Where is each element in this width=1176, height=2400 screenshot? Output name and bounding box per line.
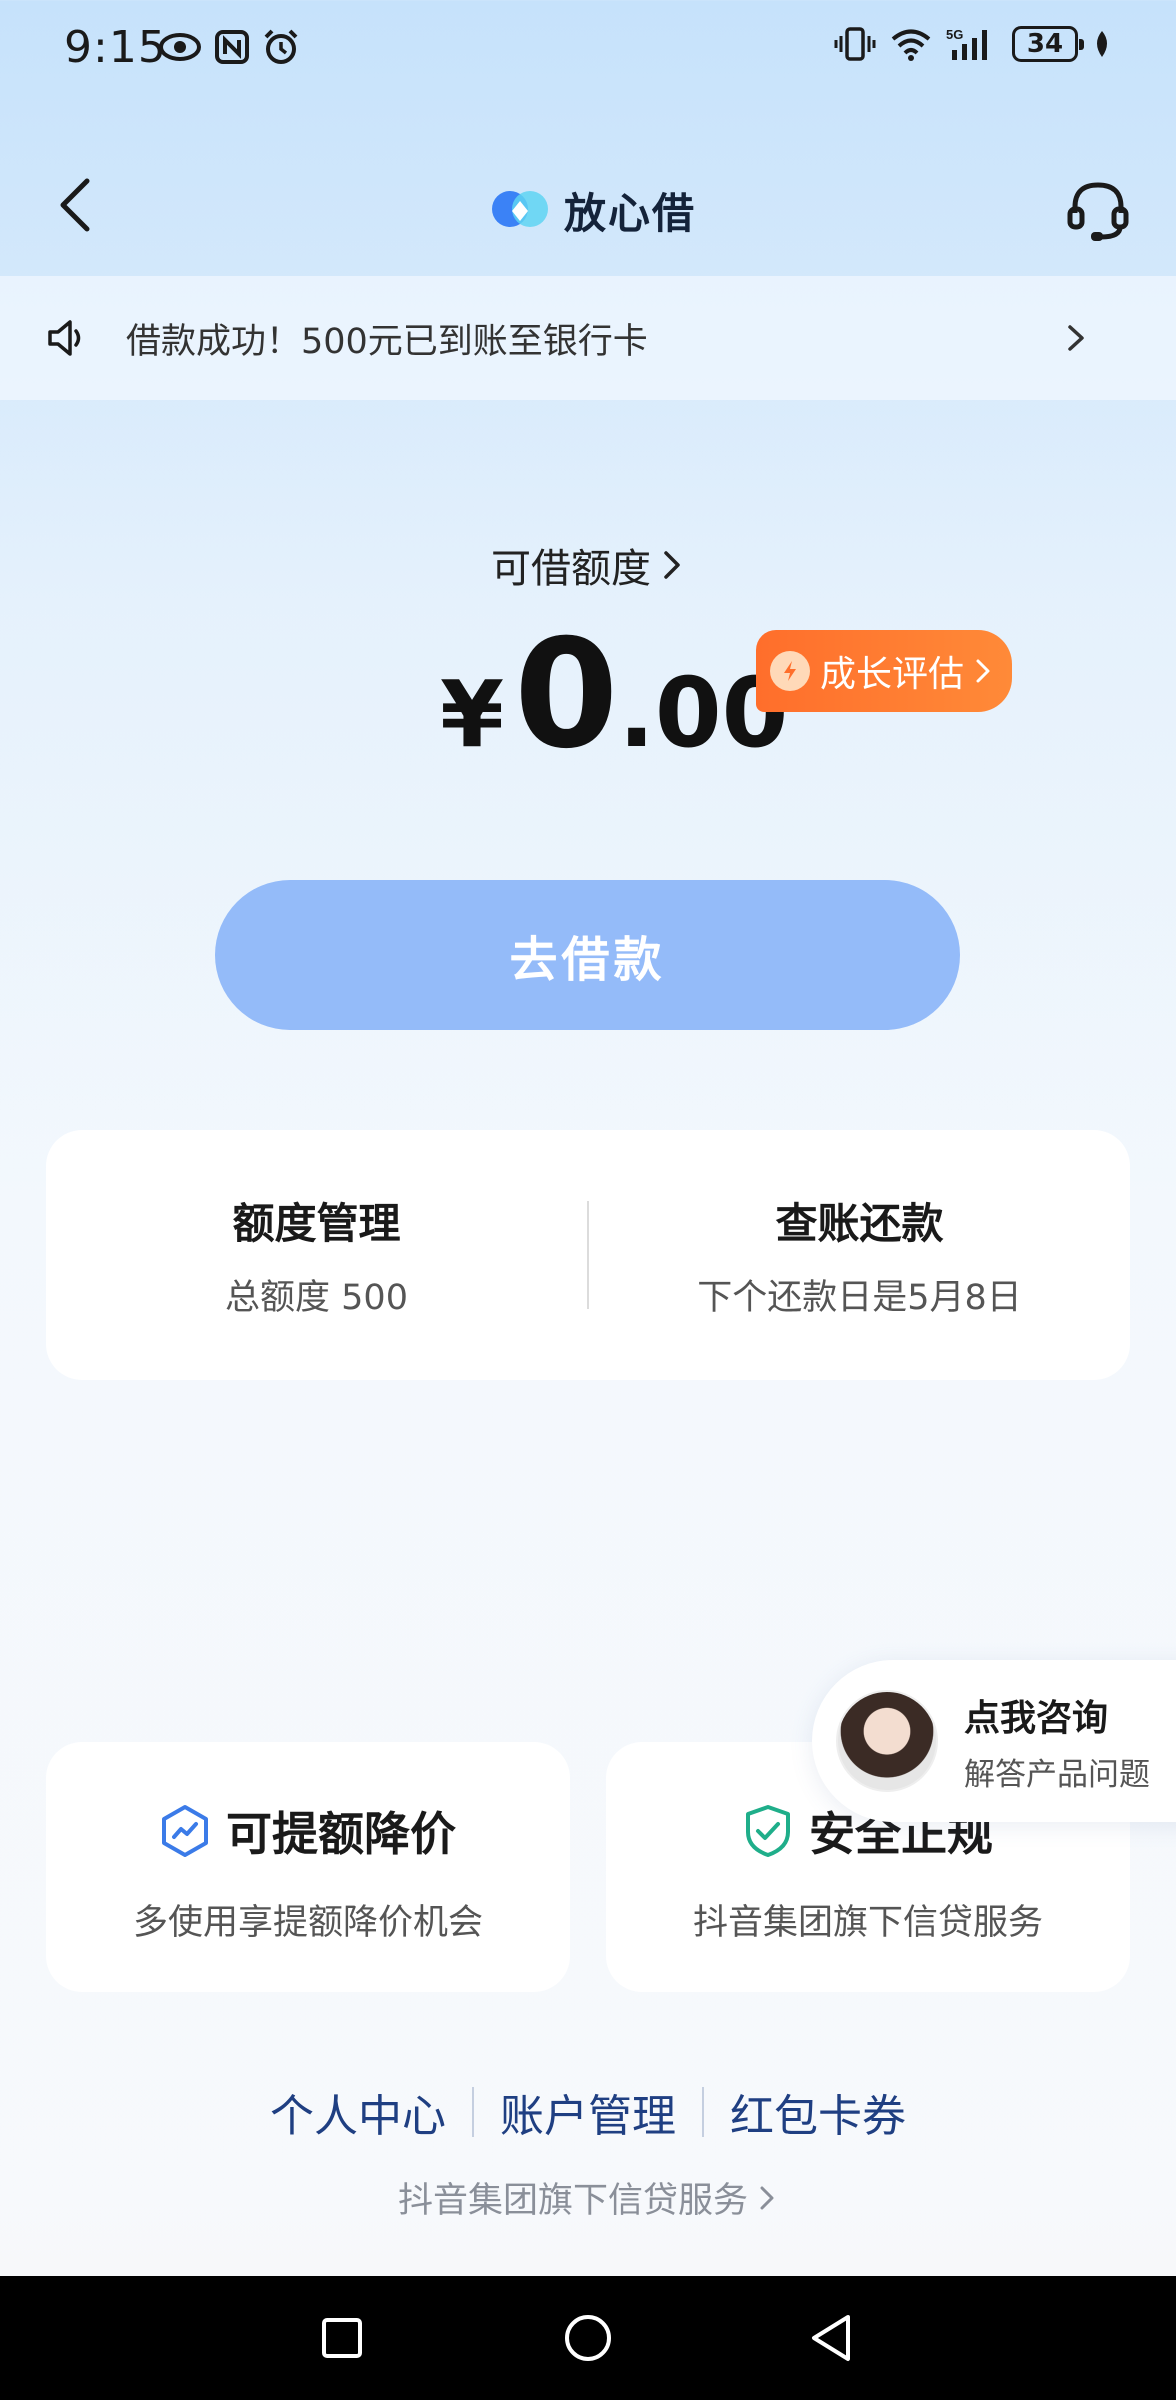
notice-bar[interactable]: 借款成功！500元已到账至银行卡 (0, 276, 1176, 400)
feature-subtitle: 多使用享提额降价机会 (132, 1903, 483, 1943)
currency-symbol: ¥ (440, 661, 505, 768)
amount-integer: 0 (514, 608, 619, 782)
recent-apps-button[interactable] (310, 2306, 374, 2370)
headset-icon (1067, 182, 1129, 241)
wifi-icon (891, 29, 931, 61)
status-time: 9:15 (64, 22, 167, 73)
quota-management-title: 额度管理 (232, 1199, 401, 1248)
vibrate-icon (834, 27, 876, 61)
signal-5g-icon: 5G (946, 27, 987, 60)
account-summary-card: 额度管理 总额度 500 查账还款 下个还款日是5月8日 (46, 1130, 1130, 1380)
nfc-icon (215, 30, 249, 64)
chevron-right-icon (1068, 325, 1084, 351)
feature-subtitle: 抖音集团旗下信贷服务 (692, 1903, 1043, 1943)
alarm-icon (264, 29, 298, 64)
system-navigation-bar (0, 2276, 1176, 2400)
available-amount: ¥ 0 .00 (440, 620, 788, 770)
consult-floating-button[interactable]: 点我咨询 解答产品问题 (812, 1660, 1176, 1822)
quota-management-entry[interactable]: 额度管理 总额度 500 (46, 1190, 587, 1320)
coupons-link[interactable]: 红包卡券 (704, 2080, 932, 2144)
available-quota-link[interactable]: 可借额度 (0, 536, 1176, 594)
battery-icon: 34 (1012, 26, 1084, 62)
back-arrow-icon (60, 178, 90, 232)
borrow-button[interactable]: 去借款 (215, 880, 960, 1030)
app-header: 放心借 (0, 140, 1176, 270)
available-quota-label: 可借额度 (491, 546, 651, 592)
personal-center-link[interactable]: 个人中心 (244, 2080, 472, 2144)
account-management-link[interactable]: 账户管理 (474, 2080, 702, 2144)
speaker-icon (48, 320, 81, 356)
bill-repayment-title: 查账还款 (775, 1199, 944, 1248)
leaf-icon (1097, 31, 1107, 57)
chevron-right-icon (976, 659, 990, 683)
growth-assessment-label: 成长评估 (820, 654, 965, 695)
footer-note-text: 抖音集团旗下信贷服务 (397, 2181, 748, 2221)
status-bar: 9:15 5G 34 (0, 0, 1176, 100)
footer-note-link[interactable]: 抖音集团旗下信贷服务 (0, 2172, 1176, 2223)
next-repayment-text: 下个还款日是5月8日 (697, 1278, 1022, 1318)
triangle-back-icon (812, 2315, 850, 2361)
eye-icon (159, 33, 201, 61)
app-title: 放心借 (564, 189, 697, 238)
back-button[interactable] (40, 170, 110, 240)
customer-service-button[interactable] (1060, 172, 1136, 248)
agent-avatar (836, 1690, 938, 1792)
notice-text: 借款成功！500元已到账至银行卡 (126, 321, 648, 362)
square-icon (322, 2318, 362, 2358)
circle-icon (565, 2315, 611, 2361)
footer-links: 个人中心 账户管理 红包卡券 (0, 2080, 1176, 2144)
total-quota-text: 总额度 500 (225, 1278, 408, 1318)
back-nav-button[interactable] (800, 2306, 864, 2370)
app-logo: 放心借 (490, 180, 696, 241)
chevron-right-icon (760, 2186, 774, 2209)
home-button[interactable] (556, 2306, 620, 2370)
consult-subtitle: 解答产品问题 (964, 1756, 1150, 1793)
svg-text:5G: 5G (946, 27, 963, 42)
security-shield-icon (746, 1805, 790, 1857)
feature-title: 可提额降价 (226, 1807, 456, 1861)
chevron-right-icon (664, 551, 680, 579)
bill-repayment-entry[interactable]: 查账还款 下个还款日是5月8日 (589, 1190, 1130, 1320)
growth-icon (770, 651, 810, 691)
growth-assessment-button[interactable]: 成长评估 (756, 630, 1012, 712)
logo-icon (492, 190, 548, 227)
feature-card-quota-increase[interactable]: 可提额降价 多使用享提额降价机会 (46, 1742, 570, 1992)
consult-title: 点我咨询 (964, 1697, 1109, 1739)
growth-shield-icon (162, 1805, 208, 1857)
